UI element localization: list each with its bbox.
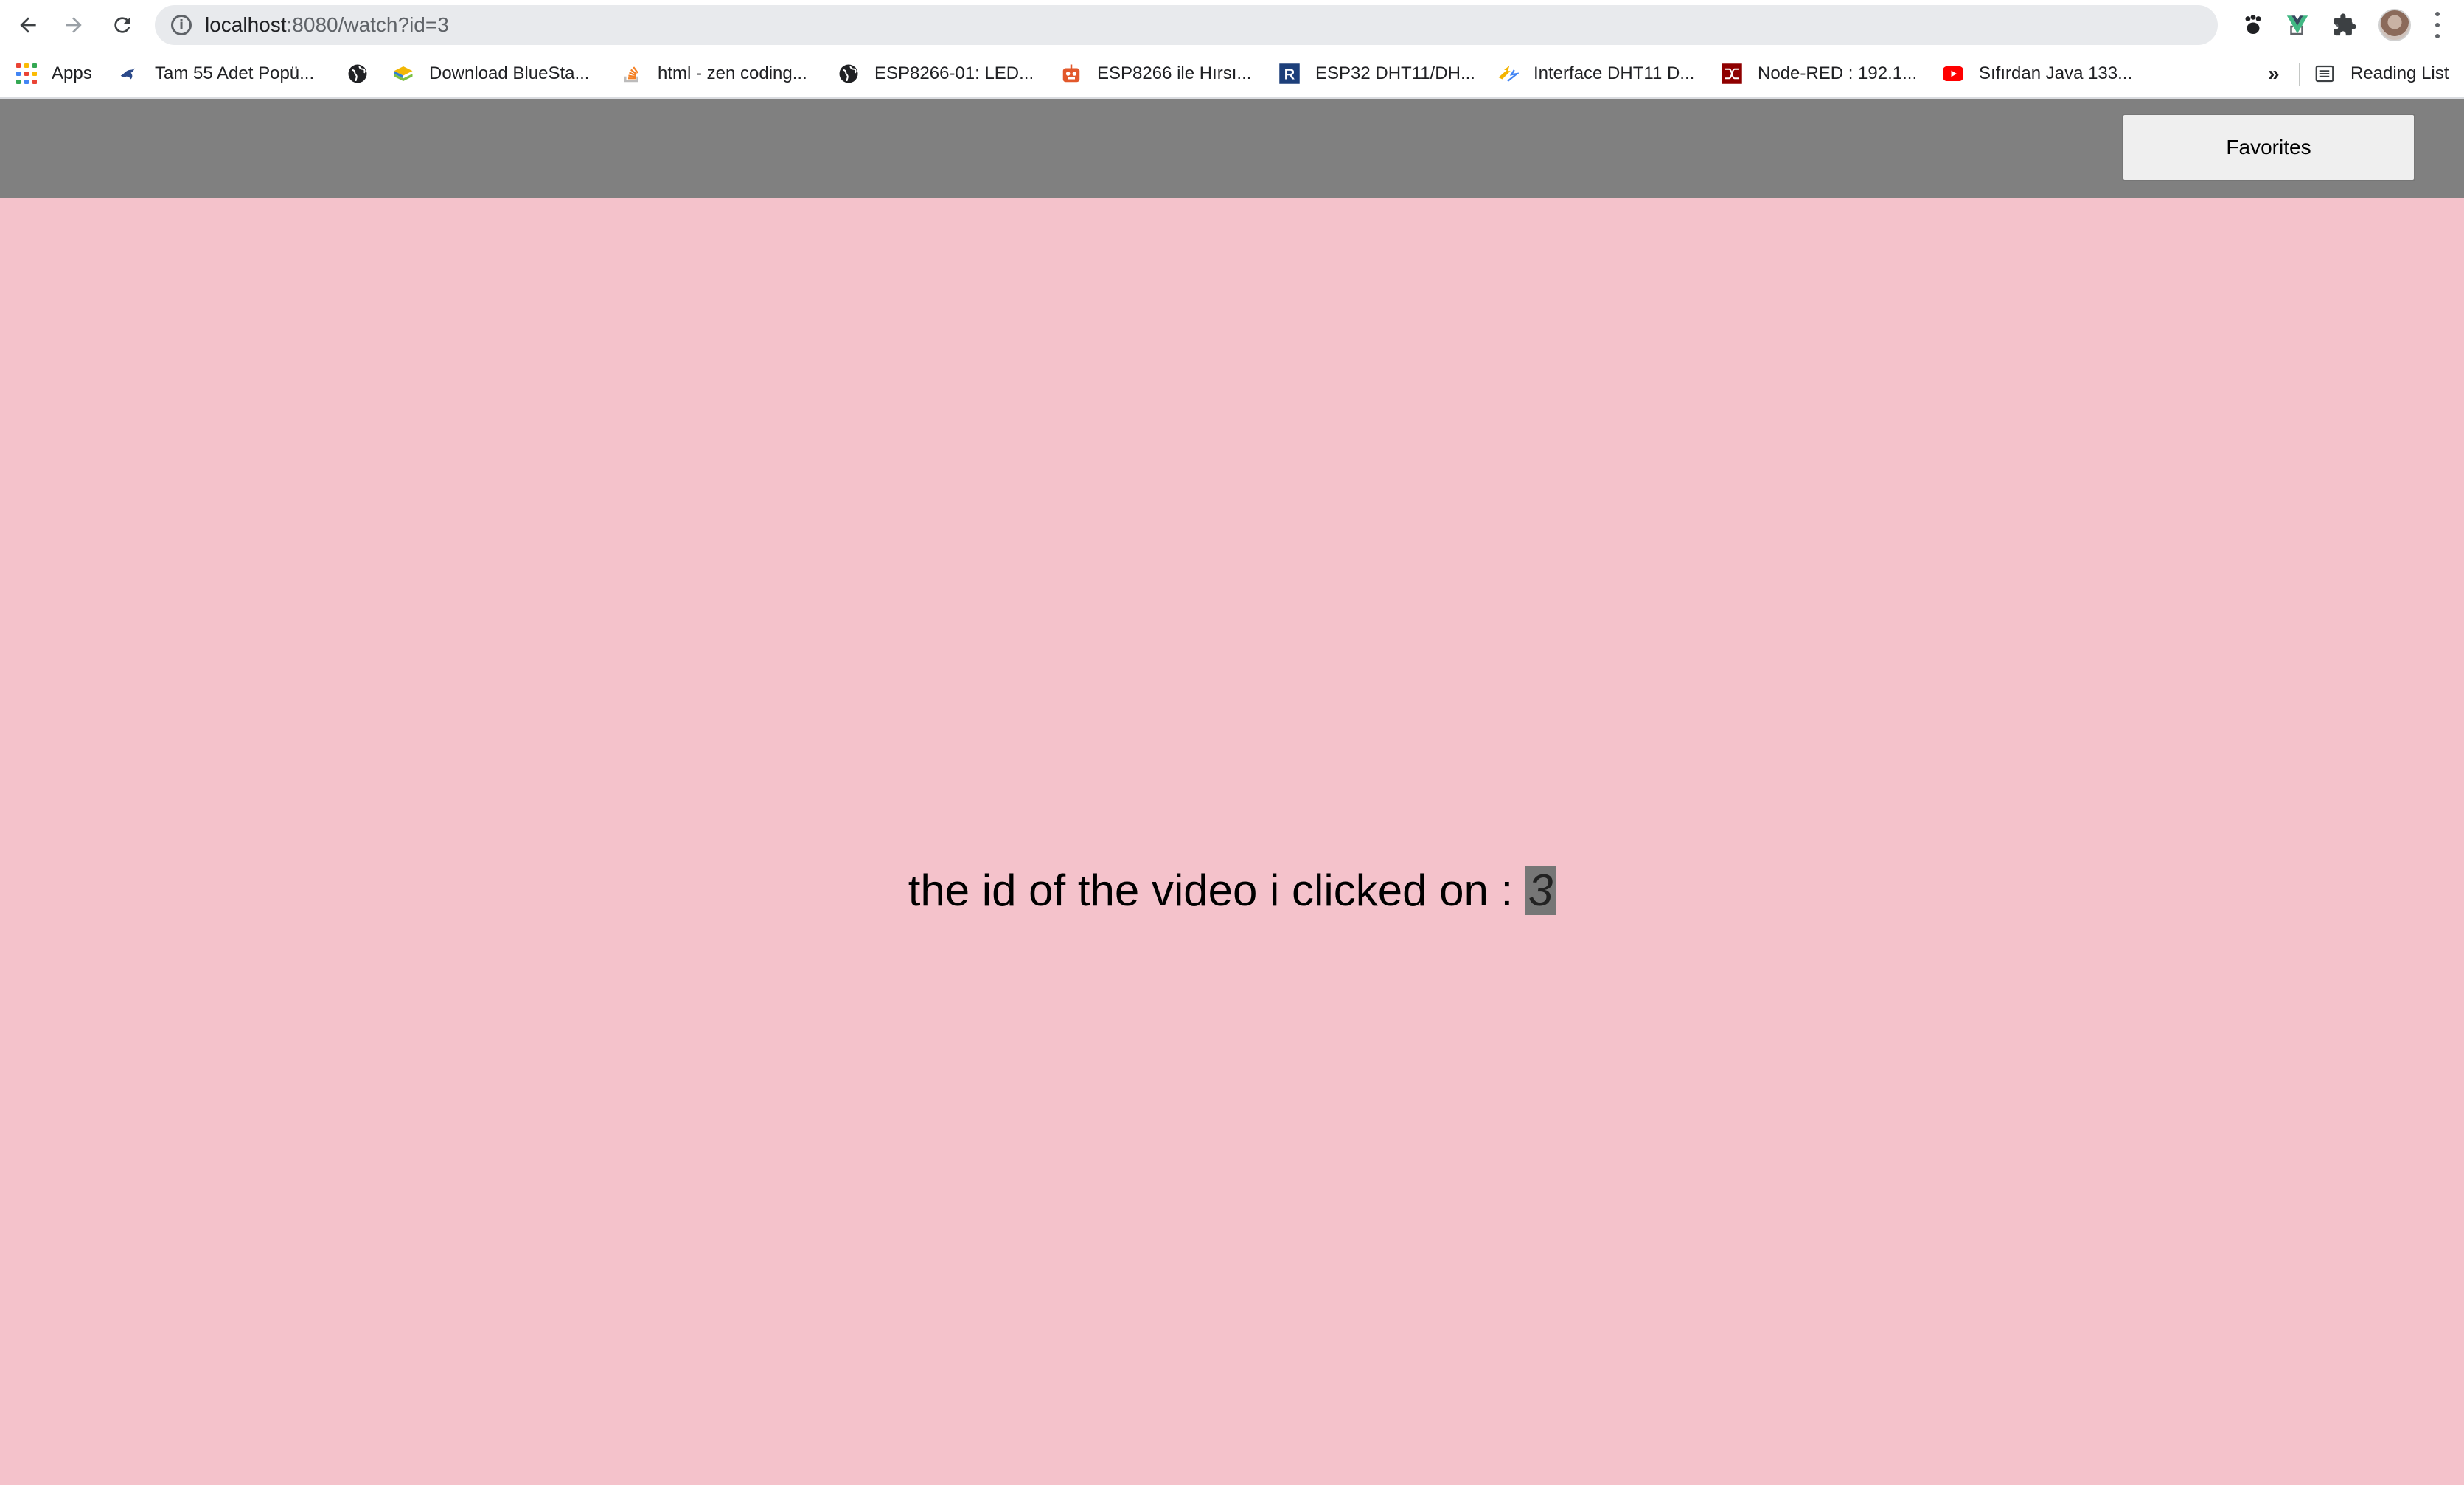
url-host: localhost bbox=[205, 13, 287, 36]
message-text: the id of the video i clicked on : bbox=[908, 866, 1525, 915]
url-text[interactable]: localhost:8080/watch?id=3 bbox=[205, 14, 449, 36]
bookmark-label: Download BlueSta... bbox=[429, 63, 590, 83]
browser-menu-icon[interactable] bbox=[2430, 12, 2445, 38]
bookmark-label: Node-RED : 192.1... bbox=[1758, 63, 1918, 83]
app-header: Favorites bbox=[0, 99, 2464, 198]
reading-list-label: Reading List bbox=[2350, 63, 2449, 83]
r-logo-icon: R bbox=[1279, 63, 1300, 84]
bookmarks-bar: Apps Tam 55 Adet Popü... Download BlueSt… bbox=[0, 50, 2464, 97]
svg-text:R: R bbox=[1284, 67, 1295, 83]
bookmark-item[interactable]: ESP8266-01: LED... bbox=[838, 60, 1034, 87]
node-red-icon bbox=[1722, 63, 1742, 84]
lightning-icon bbox=[1498, 65, 1519, 82]
bookmark-item[interactable]: R ESP32 DHT11/DH... bbox=[1278, 60, 1475, 87]
youtube-icon bbox=[1943, 66, 1963, 81]
video-id-value: 3 bbox=[1525, 866, 1556, 915]
bookmarks-overflow-button[interactable]: » bbox=[2268, 62, 2280, 86]
reading-list-icon bbox=[2315, 65, 2334, 83]
forward-arrow-icon bbox=[66, 17, 82, 33]
forward-button[interactable] bbox=[59, 10, 88, 40]
extensions-puzzle-icon[interactable] bbox=[2330, 10, 2359, 40]
bookmark-item[interactable]: ESP8266 ile Hırsı... bbox=[1060, 60, 1251, 87]
apps-grid-icon bbox=[16, 63, 37, 84]
reload-icon bbox=[114, 17, 130, 33]
bookmark-item[interactable] bbox=[347, 60, 383, 87]
bookmark-item[interactable]: Node-RED : 192.1... bbox=[1721, 60, 1917, 87]
bookmark-apps[interactable]: Apps bbox=[16, 60, 92, 87]
bookmark-label: ESP8266 ile Hırsı... bbox=[1097, 63, 1252, 83]
bookmark-label: Sıfırdan Java 133... bbox=[1979, 63, 2133, 83]
back-arrow-icon bbox=[20, 17, 36, 33]
bookmark-item[interactable]: Download BlueSta... bbox=[392, 60, 589, 87]
reading-list-button[interactable]: Reading List bbox=[2314, 60, 2449, 87]
bookmark-label: ESP32 DHT11/DH... bbox=[1315, 63, 1475, 83]
bookmark-item[interactable]: Interface DHT11 D... bbox=[1497, 60, 1694, 87]
browser-toolbar: i localhost:8080/watch?id=3 bbox=[0, 0, 2464, 50]
bookmark-item[interactable]: html - zen coding... bbox=[621, 60, 807, 87]
bookmark-label: ESP8266-01: LED... bbox=[874, 63, 1034, 83]
bird-icon bbox=[120, 68, 135, 80]
browser-chrome: i localhost:8080/watch?id=3 Apps Tam 55 … bbox=[0, 0, 2464, 99]
reload-button[interactable] bbox=[108, 10, 137, 40]
favorites-button[interactable]: Favorites bbox=[2122, 114, 2415, 181]
main-content: the id of the video i clicked on : 3 bbox=[0, 198, 2464, 1485]
url-path: :8080/watch?id=3 bbox=[286, 13, 449, 36]
address-bar[interactable]: i localhost:8080/watch?id=3 bbox=[155, 5, 2353, 45]
bookmark-item[interactable]: Sıfırdan Java 133... bbox=[1942, 60, 2132, 87]
video-id-message: the id of the video i clicked on : 3 bbox=[0, 861, 2464, 920]
bookmark-label: Tam 55 Adet Popü... bbox=[155, 63, 315, 83]
bookmarks-divider bbox=[2299, 63, 2300, 86]
stackoverflow-icon bbox=[624, 66, 638, 83]
globe-icon bbox=[839, 64, 858, 83]
extension-paw-icon[interactable] bbox=[2238, 10, 2268, 40]
bookmark-label: html - zen coding... bbox=[658, 63, 807, 83]
bluestacks-icon bbox=[394, 66, 413, 81]
site-info-icon[interactable]: i bbox=[171, 15, 192, 35]
bookmark-item[interactable]: Tam 55 Adet Popü... bbox=[118, 60, 314, 87]
profile-avatar[interactable] bbox=[2378, 9, 2411, 41]
globe-icon bbox=[348, 64, 367, 83]
robot-icon bbox=[1062, 64, 1080, 83]
bookmark-label: Interface DHT11 D... bbox=[1534, 63, 1695, 83]
bookmark-label: Apps bbox=[52, 63, 92, 83]
extension-vue-icon[interactable] bbox=[2283, 10, 2312, 40]
back-button[interactable] bbox=[13, 10, 43, 40]
